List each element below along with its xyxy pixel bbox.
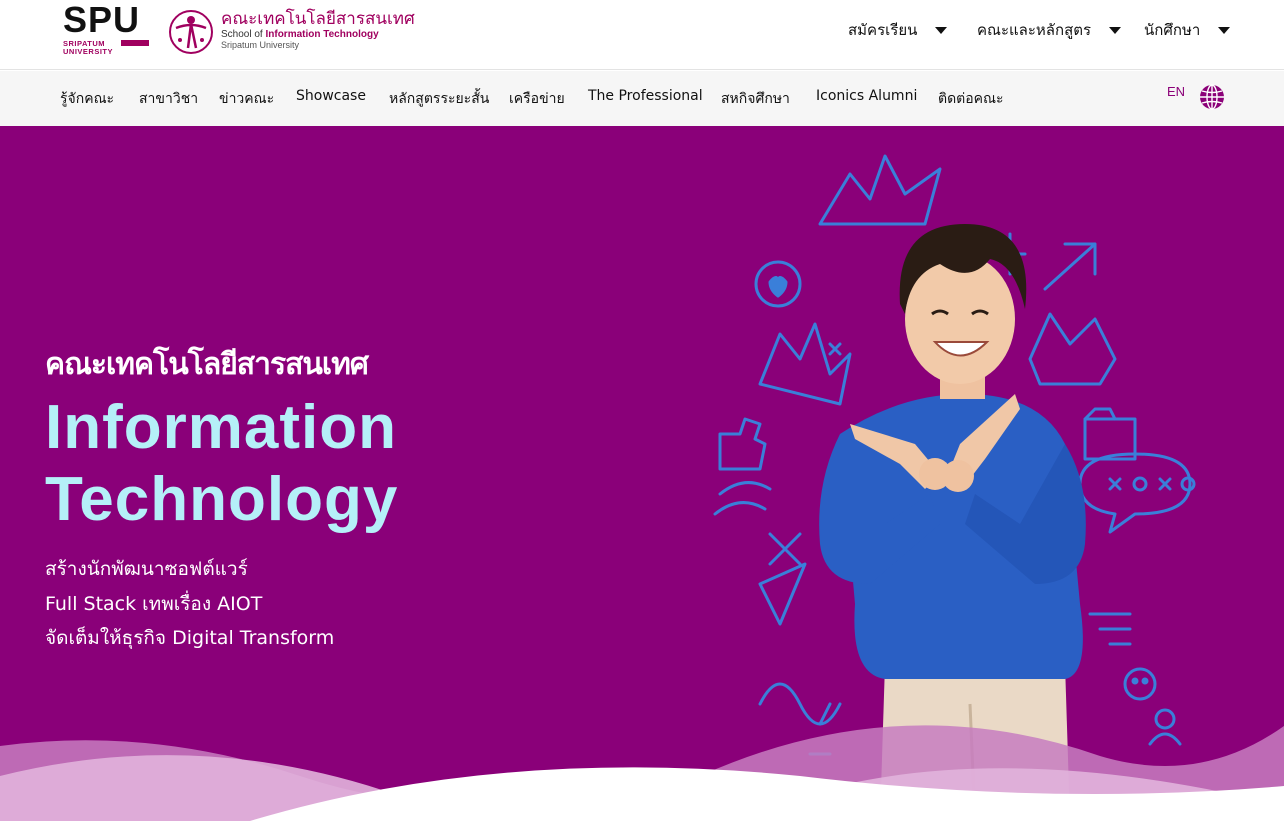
hero-tagline-3: จัดเต็มให้ธุรกิจ Digital Transform	[45, 627, 335, 649]
menu-apply-label: สมัครเรียน	[848, 21, 918, 39]
hero-title-line1: Information	[45, 393, 397, 462]
hero-tagline-2: Full Stack เทพเรื่อง AIOT	[45, 593, 263, 615]
hero-waves	[0, 725, 1284, 821]
faculty-logo-university: Sripatum University	[221, 40, 300, 50]
top-header: SPU SRIPATUM UNIVERSITY คณะเทคโนโลยีสารส…	[0, 0, 1284, 70]
nav-item-news[interactable]: ข่าวคณะ	[219, 88, 274, 110]
chevron-down-icon	[935, 26, 948, 34]
menu-programs[interactable]: คณะและหลักสูตร	[977, 18, 1122, 42]
menu-students-label: นักศึกษา	[1144, 21, 1201, 39]
language-switch[interactable]: EN	[1167, 84, 1185, 99]
faculty-emblem-icon	[169, 10, 213, 54]
spu-logo[interactable]: SPU SRIPATUM UNIVERSITY	[63, 0, 151, 56]
sub-navigation: รู้จักคณะ สาขาวิชา ข่าวคณะ Showcase หลัก…	[0, 71, 1284, 126]
hero-title-line2: Technology	[45, 465, 399, 534]
nav-item-contact[interactable]: ติดต่อคณะ	[938, 88, 1004, 110]
menu-programs-label: คณะและหลักสูตร	[977, 21, 1092, 39]
nav-item-iconics-alumni[interactable]: Iconics Alumni	[816, 88, 917, 104]
chevron-down-icon	[1109, 26, 1122, 34]
nav-item-about[interactable]: รู้จักคณะ	[60, 88, 114, 110]
nav-item-showcase[interactable]: Showcase	[296, 88, 366, 104]
hero-tagline-1: สร้างนักพัฒนาซอฟต์แวร์	[45, 558, 248, 580]
nav-item-network[interactable]: เครือข่าย	[509, 88, 565, 110]
nav-item-majors[interactable]: สาขาวิชา	[139, 88, 198, 110]
spu-logo-text: SPU	[63, 0, 141, 40]
chevron-down-icon	[1218, 26, 1231, 34]
faculty-logo[interactable]: คณะเทคโนโลยีสารสนเทศ School of Informati…	[166, 8, 415, 56]
hero-title-thai: คณะเทคโนโลยีสารสนเทศ	[45, 347, 369, 382]
menu-students[interactable]: นักศึกษา	[1144, 18, 1231, 42]
nav-item-coop[interactable]: สหกิจศึกษา	[721, 88, 790, 110]
globe-icon[interactable]	[1199, 84, 1225, 110]
faculty-logo-thai: คณะเทคโนโลยีสารสนเทศ	[221, 9, 415, 29]
hero-banner: คณะเทคโนโลยีสารสนเทศ Information Technol…	[0, 126, 1284, 821]
spu-logo-bar	[121, 40, 149, 46]
spu-logo-sub2: UNIVERSITY	[63, 47, 114, 56]
nav-item-short-courses[interactable]: หลักสูตรระยะสั้น	[389, 88, 489, 110]
nav-item-the-professional[interactable]: The Professional	[588, 88, 703, 104]
menu-apply[interactable]: สมัครเรียน	[848, 18, 948, 42]
